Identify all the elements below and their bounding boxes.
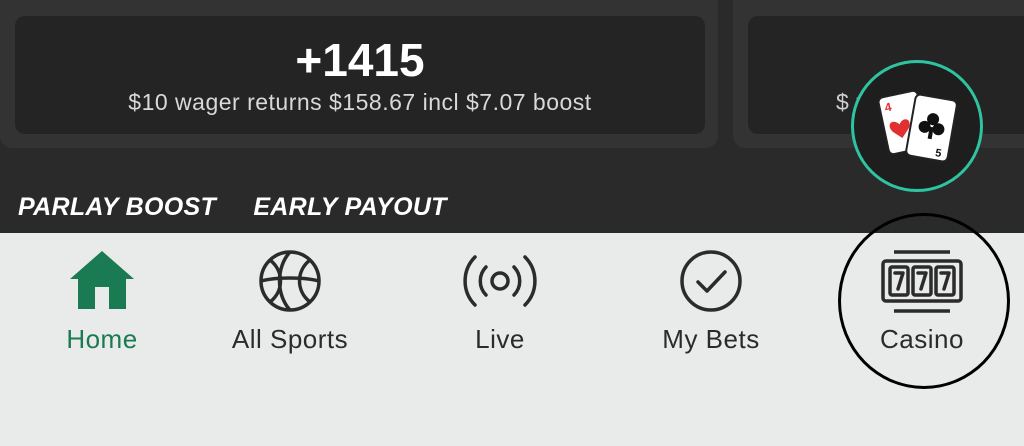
- nav-label-home: Home: [66, 324, 138, 354]
- top-section: +1415 $10 wager returns $158.67 incl $7.…: [0, 0, 1024, 233]
- live-broadcast-icon: [463, 255, 537, 307]
- playing-cards-icon: 4 5: [877, 89, 958, 163]
- nav-label-my-bets: My Bets: [662, 324, 760, 354]
- odds-value: +1415: [295, 34, 425, 86]
- bet-tags: PARLAY BOOST EARLY PAYOUT: [18, 192, 477, 222]
- casino-floating-button[interactable]: 4 5: [851, 60, 983, 192]
- checkmark-circle-icon: [680, 250, 742, 312]
- wager-returns-text: $10 wager returns $158.67 incl $7.07 boo…: [128, 89, 592, 115]
- nav-label-live: Live: [475, 324, 525, 354]
- home-icon: [70, 251, 134, 309]
- nav-label-casino: Casino: [880, 324, 964, 354]
- nav-label-all-sports: All Sports: [231, 324, 349, 354]
- basketball-icon: [259, 250, 321, 312]
- bottom-nav: Home All Sports Live My Bets Casino: [0, 233, 1024, 446]
- tag-early-payout: EARLY PAYOUT: [253, 193, 447, 221]
- tag-parlay-boost: PARLAY BOOST: [18, 193, 217, 221]
- slot-machine-icon: [881, 250, 963, 313]
